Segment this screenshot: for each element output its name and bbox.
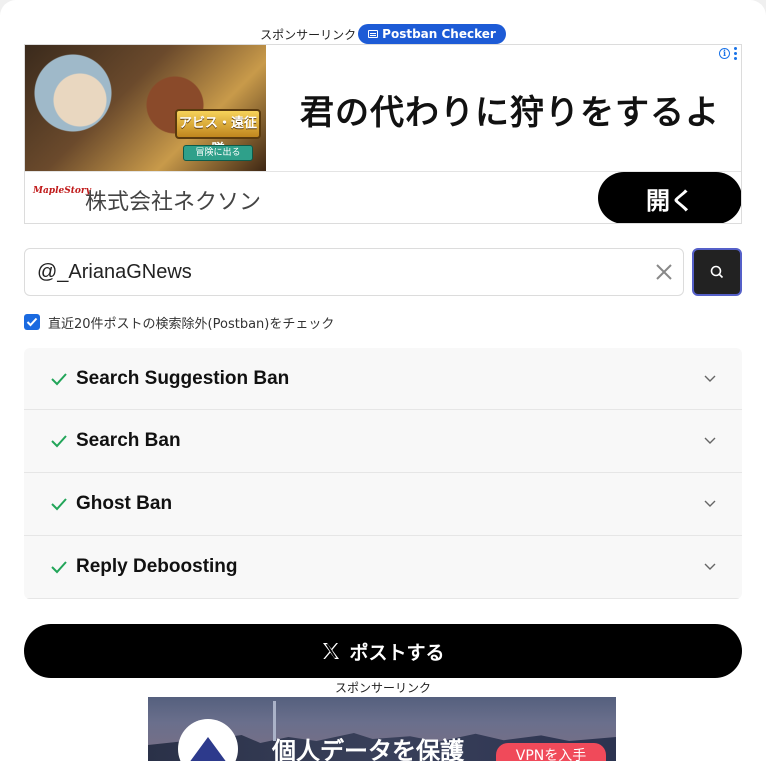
clear-icon[interactable]	[655, 263, 673, 281]
checkmark-icon	[26, 317, 38, 327]
check-icon	[51, 561, 67, 574]
brand-logo: MapleStory	[33, 186, 91, 196]
postban-checkbox[interactable]	[24, 314, 40, 330]
result-title: Ghost Ban	[76, 493, 173, 514]
check-icon	[51, 435, 67, 448]
x-logo-icon	[323, 643, 340, 659]
bottom-ad-banner[interactable]: 個人データを保護 VPNを入手	[148, 697, 616, 761]
result-search-ban[interactable]: Search Ban	[24, 410, 742, 473]
more-options-icon[interactable]	[734, 47, 737, 60]
badge-label: Postban Checker	[382, 27, 496, 41]
search-icon	[710, 265, 724, 279]
postban-option-label[interactable]: 直近20件ポストの検索除外(Postban)をチェック	[48, 313, 334, 332]
chevron-down-icon	[704, 500, 716, 507]
ad-bottom-cta-button[interactable]: VPNを入手	[496, 743, 606, 761]
result-search-suggestion-ban[interactable]: Search Suggestion Ban	[24, 348, 742, 410]
result-title: Search Suggestion Ban	[76, 367, 290, 389]
check-icon	[51, 372, 67, 385]
chevron-down-icon	[704, 437, 716, 444]
username-input[interactable]	[37, 249, 637, 295]
result-title: Search Ban	[76, 430, 181, 451]
card-icon	[368, 30, 379, 38]
post-to-x-button[interactable]: ポストする	[24, 624, 742, 678]
search-button[interactable]	[692, 248, 742, 296]
username-search-field[interactable]	[24, 248, 684, 296]
result-reply-deboosting[interactable]: Reply Deboosting	[24, 536, 742, 599]
vpn-logo-icon	[178, 719, 238, 761]
sponsor-label-bottom: スポンサーリンク	[334, 681, 431, 695]
top-ad-banner[interactable]: アビス・遠征隊 冒険に出る 君の代わりに狩りをするよ i MapleStory …	[24, 44, 742, 224]
post-button-label: ポストする	[349, 641, 445, 664]
ad-game-logo: アビス・遠征隊	[175, 109, 261, 157]
ban-check-results: Search Suggestion Ban Search Ban Ghost B…	[24, 348, 742, 599]
sponsor-label: スポンサーリンク	[260, 27, 357, 42]
ad-headline[interactable]: 君の代わりに狩りをするよ	[285, 85, 735, 134]
ad-company-name[interactable]: 株式会社ネクソン	[85, 184, 261, 216]
postban-option[interactable]: 直近20件ポストの検索除外(Postban)をチェック	[24, 313, 334, 332]
ad-open-button[interactable]: 開く	[598, 172, 741, 223]
page: スポンサーリンク Postban Checker アビス・遠征隊 冒険に出る 君…	[0, 0, 766, 761]
postban-checker-badge[interactable]: Postban Checker	[358, 24, 506, 44]
chevron-down-icon	[704, 563, 716, 570]
sponsor-header: スポンサーリンク Postban Checker	[0, 24, 766, 44]
result-title: Reply Deboosting	[76, 556, 238, 577]
check-icon	[51, 498, 67, 511]
ad-game-button: 冒険に出る	[183, 145, 253, 161]
ad-game-artwork[interactable]: アビス・遠征隊 冒険に出る	[25, 45, 266, 171]
ad-bottom-headline[interactable]: 個人データを保護	[272, 731, 464, 761]
ad-choices[interactable]: i	[719, 47, 737, 60]
result-ghost-ban[interactable]: Ghost Ban	[24, 473, 742, 536]
info-icon[interactable]: i	[719, 48, 730, 59]
ad-footer: MapleStory 株式会社ネクソン 開く	[25, 171, 741, 223]
chevron-down-icon	[704, 375, 716, 382]
